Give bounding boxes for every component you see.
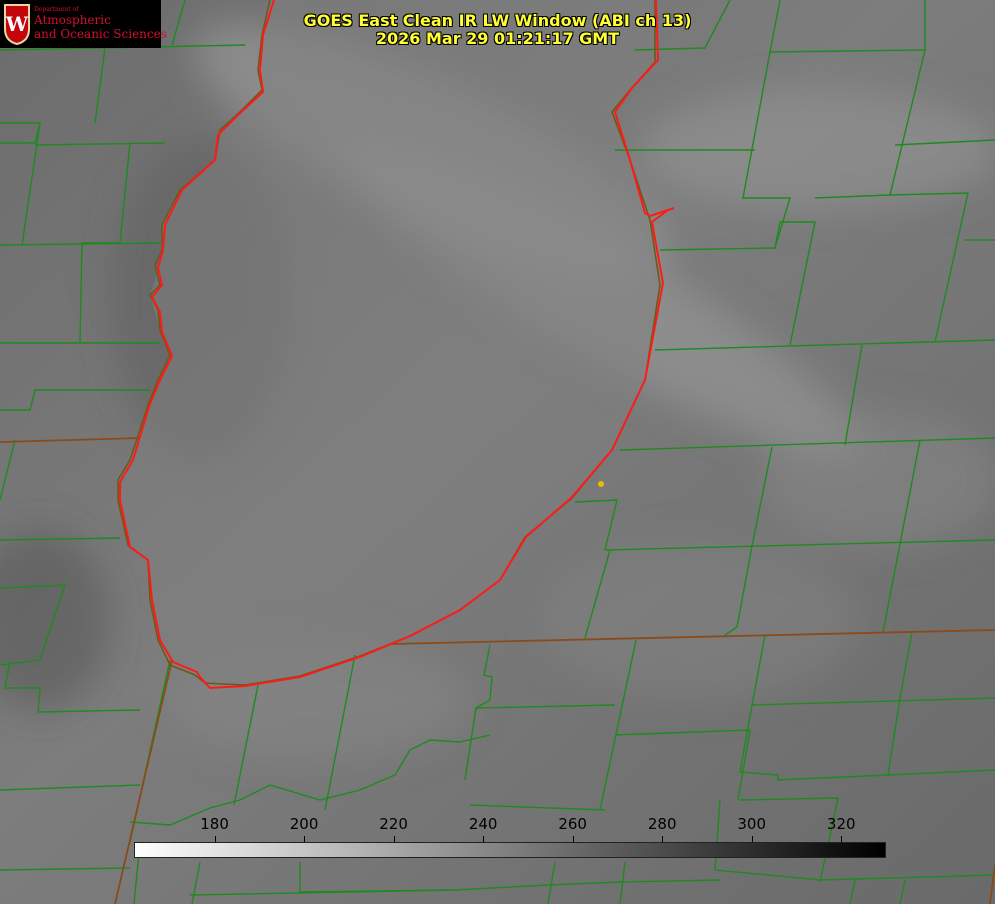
colorbar-tick-mark <box>483 836 485 842</box>
station-marker <box>598 481 604 487</box>
ir-imagery-map <box>0 0 995 904</box>
colorbar-tick-mark <box>572 836 574 842</box>
colorbar-tick-label: 260 <box>558 815 587 833</box>
colorbar-tick-label: 240 <box>468 815 498 833</box>
crest-letter: W <box>5 12 29 36</box>
satellite-image: W Department of Atmospheric and Oceanic … <box>0 0 995 904</box>
temperature-colorbar <box>134 842 886 858</box>
colorbar-tick-mark <box>841 836 843 842</box>
image-title: GOES East Clean IR LW Window (ABI ch 13) <box>303 11 692 30</box>
image-timestamp: 2026 Mar 29 01:21:17 GMT <box>375 29 620 48</box>
logo-department-label: Department of <box>34 6 79 13</box>
colorbar-tick-label: 320 <box>826 815 856 833</box>
colorbar-tick-label: 180 <box>200 815 229 833</box>
colorbar-tick-label: 220 <box>379 815 408 833</box>
logo-name-line2: and Oceanic Sciences <box>34 27 167 41</box>
colorbar-tick-mark <box>214 836 216 842</box>
logo-name-line1: Atmospheric <box>34 13 111 27</box>
department-logo: W Department of Atmospheric and Oceanic … <box>0 0 167 48</box>
colorbar-tick-mark <box>662 836 664 842</box>
colorbar-tick-label: 300 <box>737 815 767 833</box>
colorbar-tick-mark <box>751 836 753 842</box>
colorbar-tick-label: 280 <box>647 815 677 833</box>
colorbar-tick-mark <box>393 836 395 842</box>
colorbar-tick-mark <box>304 836 306 842</box>
university-crest-icon: W <box>4 4 30 45</box>
colorbar-tick-label: 200 <box>289 815 319 833</box>
